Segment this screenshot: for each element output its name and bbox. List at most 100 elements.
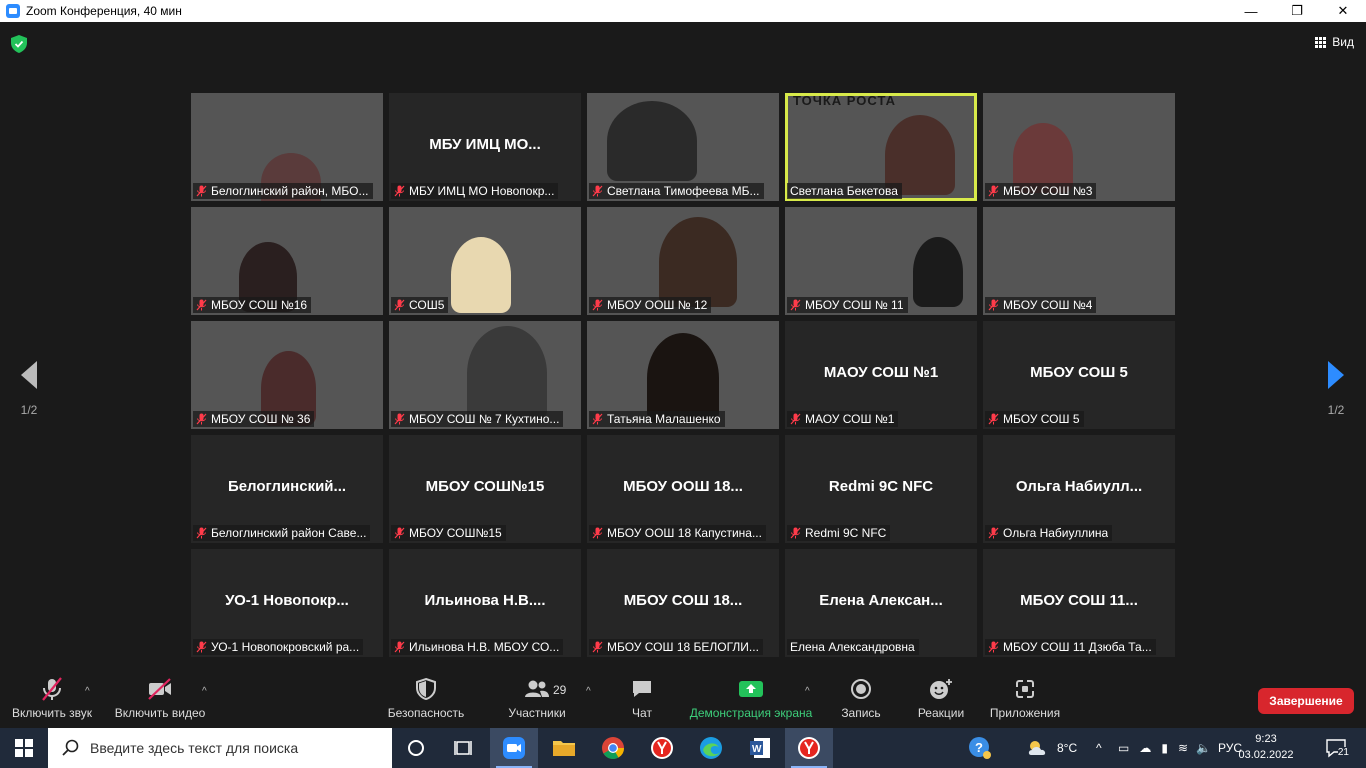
reactions-label: Реакции (917, 706, 965, 720)
participant-tile[interactable]: Татьяна Малашенко (587, 321, 779, 429)
participant-tile[interactable]: МБОУ СОШ № 36 (191, 321, 383, 429)
start-video-button[interactable]: Включить видео (112, 672, 208, 728)
participant-tile[interactable]: Белоглинский район, МБО... (191, 93, 383, 201)
close-button[interactable]: ✕ (1320, 0, 1366, 22)
share-screen-icon (739, 681, 763, 697)
record-button[interactable]: Запись (836, 672, 886, 728)
unmute-button[interactable]: Включить звук (8, 672, 96, 728)
participant-tile[interactable]: МБОУ СОШ № 7 Кухтино... (389, 321, 581, 429)
notification-count: 21 (1337, 747, 1349, 758)
view-label: Вид (1332, 35, 1354, 49)
security-button[interactable]: Безопасность (380, 672, 472, 728)
chat-button[interactable]: Чат (618, 672, 666, 728)
participant-name-text: Светлана Бекетова (790, 184, 898, 198)
muted-mic-icon (394, 641, 405, 653)
share-screen-label: Демонстрация экрана (689, 706, 813, 720)
participant-tile[interactable]: СОШ5 (389, 207, 581, 315)
taskbar-search-box[interactable]: Введите здесь текст для поиска (48, 728, 392, 768)
participant-name-text: Татьяна Малашенко (607, 412, 721, 426)
taskbar-file-explorer[interactable] (540, 728, 588, 768)
task-view-button[interactable] (440, 728, 488, 768)
taskbar-yandex-browser[interactable] (638, 728, 686, 768)
participant-tile[interactable]: Ильинова Н.В.... Ильинова Н.В. МБОУ СО... (389, 549, 581, 657)
participant-tile[interactable]: МБОУ СОШ 18... МБОУ СОШ 18 БЕЛОГЛИ... (587, 549, 779, 657)
participant-tile[interactable]: Елена Алексан... Елена Александровна (785, 549, 977, 657)
participant-name-text: МБОУ ООШ № 12 (607, 298, 708, 312)
weather-temperature: 8°C (1057, 741, 1078, 755)
participant-tile[interactable]: МБОУ СОШ№15 МБОУ СОШ№15 (389, 435, 581, 543)
volume-icon[interactable]: 🔈 (1196, 741, 1211, 755)
cortana-button[interactable] (392, 728, 440, 768)
participant-tile[interactable]: МБОУ СОШ № 11 (785, 207, 977, 315)
start-button[interactable] (0, 728, 48, 768)
battery-icon[interactable]: ▮ (1161, 741, 1168, 755)
participant-name-text: МБУ ИМЦ МО Новопокр... (409, 184, 555, 198)
tray-overflow-button[interactable]: ^ (1096, 728, 1102, 768)
audio-options-caret[interactable]: ^ (85, 686, 90, 697)
participant-name-label: СОШ5 (391, 297, 449, 313)
weather-widget[interactable]: 8°C (1026, 728, 1077, 768)
wifi-icon[interactable]: ≋ (1178, 741, 1188, 755)
muted-mic-icon (394, 185, 405, 197)
apps-label: Приложения (989, 706, 1061, 720)
participant-name-label: Белоглинский район, МБО... (193, 183, 373, 199)
apps-button[interactable]: Приложения (986, 672, 1064, 728)
view-button[interactable]: Вид (1315, 35, 1354, 49)
chat-icon (633, 681, 651, 697)
taskbar-chrome[interactable] (589, 728, 637, 768)
participant-tile[interactable]: Ольга Набиулл... Ольга Набиуллина (983, 435, 1175, 543)
participant-tile[interactable]: МБОУ СОШ №16 (191, 207, 383, 315)
video-options-caret[interactable]: ^ (202, 686, 207, 697)
participant-tile[interactable]: МБОУ ООШ № 12 (587, 207, 779, 315)
participant-name-label: Redmi 9C NFC (787, 525, 891, 541)
participant-name-text: МБОУ СОШ № 11 (805, 298, 904, 312)
notifications-button[interactable]: 21 (1322, 737, 1350, 759)
participant-tile[interactable]: МБОУ СОШ №3 (983, 93, 1175, 201)
arrow-left-icon (21, 361, 37, 389)
participant-name-label: Татьяна Малашенко (589, 411, 725, 427)
share-screen-button[interactable]: Демонстрация экрана (686, 672, 816, 728)
participant-tile[interactable]: МБОУ СОШ №4 (983, 207, 1175, 315)
participant-tile[interactable]: Redmi 9C NFC Redmi 9C NFC (785, 435, 977, 543)
participant-tile-active-speaker[interactable]: ТОЧКА РОСТА Светлана Бекетова (785, 93, 977, 201)
taskbar-word[interactable]: W (736, 728, 784, 768)
clock-time: 9:23 (1255, 733, 1277, 745)
participants-options-caret[interactable]: ^ (586, 686, 591, 697)
participant-tile[interactable]: Светлана Тимофеева МБ... (587, 93, 779, 201)
participant-name-label: МБОУ СОШ № 11 (787, 297, 908, 313)
participant-tile[interactable]: МБУ ИМЦ МО... МБУ ИМЦ МО Новопокр... (389, 93, 581, 201)
task-view-icon (454, 741, 472, 755)
next-page-button[interactable]: 1/2 (1321, 361, 1351, 417)
maximize-button[interactable]: ❐ (1274, 0, 1320, 22)
help-tray-icon-wrap[interactable]: ? (968, 728, 992, 768)
participant-name-text: Redmi 9C NFC (805, 526, 887, 540)
participant-tile[interactable]: МБОУ СОШ 5 МБОУ СОШ 5 (983, 321, 1175, 429)
participant-tile[interactable]: МБОУ СОШ 11... МБОУ СОШ 11 Дзюба Та... (983, 549, 1175, 657)
prev-page-button[interactable]: 1/2 (14, 361, 44, 417)
participant-tile[interactable]: УО-1 Новопокр... УО-1 Новопокровский ра..… (191, 549, 383, 657)
minimize-button[interactable]: — (1228, 0, 1274, 22)
taskbar-yandex-browser-active[interactable] (785, 728, 833, 768)
end-meeting-button[interactable]: Завершение (1258, 688, 1354, 714)
taskbar-edge[interactable] (687, 728, 735, 768)
participant-name-label: Белоглинский район Саве... (193, 525, 371, 541)
participant-name-text: МБОУ СОШ №3 (1003, 184, 1093, 198)
participant-tile[interactable]: МБОУ ООШ 18... МБОУ ООШ 18 Капустина... (587, 435, 779, 543)
taskbar-clock[interactable]: 9:23 03.02.2022 (1236, 731, 1296, 763)
network-icon[interactable]: ▭ (1118, 741, 1129, 755)
taskbar-zoom-app[interactable] (490, 728, 538, 768)
participant-video-figure (913, 237, 963, 307)
windows-taskbar: Введите здесь текст для поиска W ? 8°C ^… (0, 728, 1366, 768)
onedrive-cloud-icon[interactable]: ☁ (1139, 741, 1151, 755)
muted-mic-icon (592, 299, 603, 311)
search-icon (62, 739, 79, 756)
encryption-shield-icon[interactable] (11, 35, 27, 53)
share-options-caret[interactable]: ^ (805, 686, 810, 697)
reactions-button[interactable]: Реакции (912, 672, 970, 728)
grid-view-icon (1315, 36, 1327, 48)
participants-button[interactable]: Участники (500, 672, 574, 728)
participant-tile[interactable]: МАОУ СОШ №1 МАОУ СОШ №1 (785, 321, 977, 429)
participant-name-text: МБОУ СОШ №16 (211, 298, 308, 312)
yandex-active-icon (798, 737, 820, 759)
participant-tile[interactable]: Белоглинский... Белоглинский район Саве..… (191, 435, 383, 543)
